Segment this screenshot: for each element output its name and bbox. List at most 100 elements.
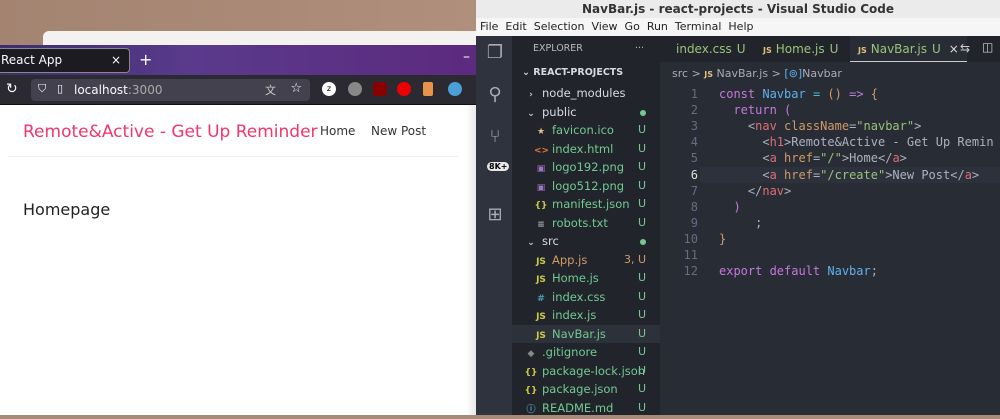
code-token: > [900, 151, 907, 165]
explorer-root-folder[interactable]: ⌄ REACT-PROJECTS [512, 62, 660, 84]
code-token: => [849, 87, 871, 101]
code-line[interactable]: <h1>Remote&Active - Get Up Remin [719, 134, 994, 150]
minimize-button[interactable]: – [463, 49, 470, 65]
file-tree-item[interactable]: ›node_modules [512, 84, 660, 103]
split-editor-icon[interactable]: ◫ [982, 40, 993, 54]
file-tree-item[interactable]: ▣logo512.pngU [512, 177, 660, 196]
line-number: 6 [660, 167, 698, 183]
code-line[interactable]: <a href="/">Home</a> [719, 150, 907, 166]
code-token: > [914, 119, 921, 133]
file-tree-item[interactable]: ≡robots.txtU [512, 214, 660, 233]
git-status: U [638, 343, 646, 362]
code-token: a [770, 151, 784, 165]
breadcrumb-file[interactable]: NavBar.js [717, 67, 769, 80]
activity-bar: ❐ ⚲ ⑂ 8K+ ⊞ [476, 36, 512, 415]
code-token: ; [871, 264, 878, 278]
code-token: href [784, 151, 813, 165]
tab-navbar-js[interactable]: JSNavBar.jsU× [850, 36, 967, 62]
file-tree-item[interactable]: ⓘREADME.mdU [512, 399, 660, 418]
trash-extension-icon[interactable] [423, 82, 433, 96]
explorer-icon[interactable]: ❐ [484, 42, 506, 64]
file-tree-item[interactable]: ⌄public [512, 103, 660, 122]
code-line[interactable]: } [719, 231, 726, 247]
code-line[interactable]: </nav> [719, 183, 791, 199]
explorer-sidebar: EXPLORER··· ⌄ REACT-PROJECTS ›node_modul… [512, 36, 660, 415]
menu-view[interactable]: View [591, 20, 617, 33]
file-name: node_modules [542, 86, 626, 100]
run-debug-icon[interactable] [484, 166, 506, 188]
line-number: 7 [660, 183, 698, 199]
more-actions-icon[interactable]: ··· [635, 36, 644, 62]
code-token: default [770, 264, 828, 278]
file-tree-item[interactable]: <>index.htmlU [512, 140, 660, 159]
menu-run[interactable]: Run [647, 20, 668, 33]
file-tree-item[interactable]: JSindex.jsU [512, 306, 660, 325]
git-status: U [638, 269, 646, 288]
nav-link-home[interactable]: Home [320, 124, 355, 138]
breadcrumb-folder[interactable]: src [672, 67, 688, 80]
code-line[interactable]: <a href="/create">New Post</a> [719, 167, 979, 183]
menu-go[interactable]: Go [625, 20, 640, 33]
extension-z-icon[interactable]: z [322, 82, 336, 96]
ublock-icon[interactable] [373, 82, 387, 96]
file-tree-item[interactable]: {}manifest.jsonU [512, 195, 660, 214]
extension-icon[interactable] [348, 82, 362, 96]
new-tab-button[interactable]: + [139, 50, 152, 69]
translate-icon[interactable]: 文 [265, 82, 276, 98]
file-name: package.json [542, 382, 618, 396]
search-icon[interactable]: ⚲ [484, 84, 506, 106]
git-status: U [638, 362, 646, 381]
source-control-icon[interactable]: ⑂ [484, 126, 506, 148]
menu-edit[interactable]: Edit [505, 20, 526, 33]
file-tree-item[interactable]: ⌄src [512, 232, 660, 251]
file-tree-item[interactable]: JSNavBar.jsU [512, 325, 660, 344]
file-tree-item[interactable]: ★favicon.icoU [512, 121, 660, 140]
file-name: favicon.ico [552, 123, 614, 137]
tab-index-css[interactable]: index.cssU [668, 36, 754, 62]
code-line[interactable]: export default Navbar; [719, 263, 878, 279]
file-tree-item[interactable]: #index.cssU [512, 288, 660, 307]
line-number: 4 [660, 134, 698, 150]
tab-home-js[interactable]: JSHome.jsU [755, 36, 846, 62]
open-changes-icon[interactable]: ⇆ [960, 41, 970, 55]
code-line[interactable]: ) [719, 199, 741, 215]
code-line[interactable]: <nav className="navbar"> [719, 118, 921, 134]
code-line[interactable]: ; [719, 215, 762, 231]
site-brand: Remote&Active - Get Up Reminder [23, 122, 318, 142]
close-tab-icon[interactable]: × [111, 53, 121, 67]
file-tree-item[interactable]: ▣logo192.pngU [512, 158, 660, 177]
menu-selection[interactable]: Selection [534, 20, 585, 33]
menu-terminal[interactable]: Terminal [675, 20, 722, 33]
shield-icon[interactable]: ⛉ [38, 82, 46, 96]
file-tree-item[interactable]: JSApp.js3, U [512, 251, 660, 270]
close-tab-icon[interactable]: × [949, 42, 959, 56]
url-bar[interactable]: ⛉ ▯ localhost:3000 文 ☆ [31, 79, 310, 101]
url-text[interactable]: localhost:3000 [74, 83, 162, 97]
line-number: 1 [660, 86, 698, 102]
code-token: < [719, 168, 770, 182]
code-token: Navbar [827, 264, 870, 278]
breadcrumb-symbol[interactable]: Navbar [802, 67, 842, 80]
file-tree-item[interactable]: {}package-lock.jsonU [512, 362, 660, 381]
file-tree-item[interactable]: {}package.jsonU [512, 380, 660, 399]
file-tree-item[interactable]: JSHome.jsU [512, 269, 660, 288]
page-icon: ▯ [57, 82, 63, 95]
file-tree-item[interactable]: ◆.gitignoreU [512, 343, 660, 362]
globe-extension-icon[interactable] [448, 82, 462, 96]
menu-help[interactable]: Help [728, 20, 753, 33]
menu-file[interactable]: File [480, 20, 498, 33]
tab-status: U [932, 42, 941, 56]
adblock-icon[interactable] [397, 82, 411, 96]
window-shadow [466, 105, 476, 415]
code-token: { [871, 87, 878, 101]
extensions-icon[interactable]: ⊞ [484, 204, 506, 226]
git-status: U [638, 195, 646, 214]
nav-link-new-post[interactable]: New Post [371, 124, 426, 138]
tab-react-app[interactable]: React App× [0, 48, 130, 73]
code-line[interactable]: return ( [719, 102, 791, 118]
code-line[interactable]: const Navbar = () => { [719, 86, 878, 102]
bookmark-star-icon[interactable]: ☆ [290, 81, 302, 96]
reload-icon[interactable]: ↻ [6, 81, 18, 97]
file-name: README.md [542, 401, 613, 415]
code-token: nav [762, 184, 784, 198]
